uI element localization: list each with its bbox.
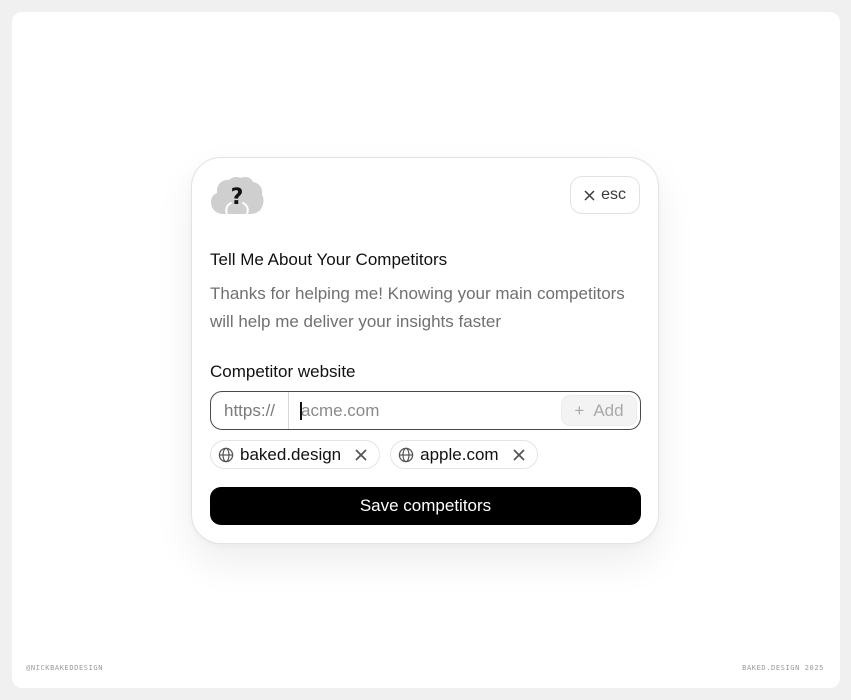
- competitor-url-input[interactable]: [289, 392, 558, 429]
- save-competitors-button[interactable]: Save competitors: [210, 487, 641, 525]
- close-icon: [513, 449, 524, 460]
- competitor-chip-label: baked.design: [240, 444, 342, 464]
- svg-text:?: ?: [231, 185, 244, 210]
- text-caret: [300, 402, 302, 420]
- add-label: Add: [593, 400, 624, 420]
- footer-handle: @NICKBAKEDDESIGN: [26, 664, 104, 672]
- brain-question-icon: ?: [210, 176, 264, 216]
- footer-credit: BAKED.DESIGN 2025: [742, 664, 824, 672]
- competitor-chip-label: apple.com: [420, 444, 499, 464]
- modal-description: Thanks for helping me! Knowing your main…: [210, 284, 625, 331]
- modal-title: Tell Me About Your Competitors: [210, 250, 448, 269]
- close-button[interactable]: esc: [570, 176, 640, 214]
- plus-icon: +: [574, 400, 585, 420]
- page-frame: ? esc Tell Me About Your Competitors Tha…: [12, 12, 840, 688]
- competitors-modal: ? esc Tell Me About Your Competitors Tha…: [191, 157, 659, 544]
- competitor-url-field: https:// + Add: [210, 391, 641, 430]
- competitor-chip: apple.com: [390, 440, 538, 469]
- globe-icon: [398, 447, 414, 462]
- add-competitor-button[interactable]: + Add: [561, 395, 637, 426]
- competitor-chip-list: baked.design apple.com: [210, 440, 538, 469]
- url-prefix: https://: [211, 392, 289, 429]
- competitor-website-label: Competitor website: [210, 362, 356, 381]
- close-icon: [355, 449, 367, 460]
- remove-competitor-button[interactable]: [511, 447, 527, 463]
- globe-icon: [218, 447, 234, 462]
- remove-competitor-button[interactable]: [353, 447, 369, 463]
- close-label: esc: [601, 186, 626, 203]
- close-icon: [584, 190, 595, 200]
- competitor-chip: baked.design: [210, 440, 381, 469]
